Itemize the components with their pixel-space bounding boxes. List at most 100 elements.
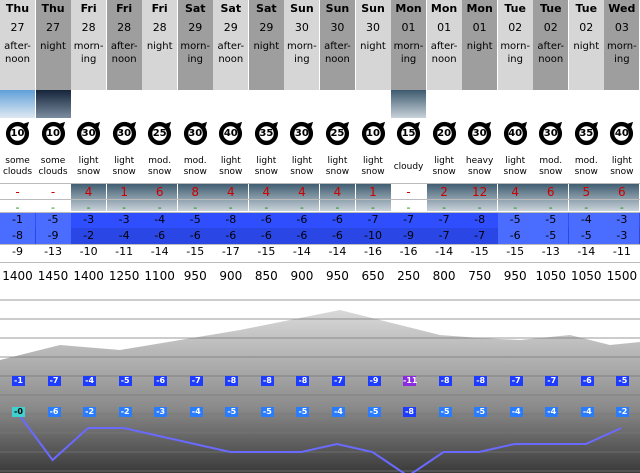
temp-low: -17 <box>221 245 240 258</box>
column-header: Tue 02 morn-ing <box>497 0 533 90</box>
wind-speed: 10 <box>366 128 380 139</box>
date-label: 28 <box>152 21 167 34</box>
period-label: night <box>253 41 280 52</box>
temp-marker-upper: -6 <box>580 376 594 386</box>
temp-low: -9 <box>12 245 23 258</box>
column-header: Fri 28 morn-ing <box>71 0 107 90</box>
column-header: Sun 30 morn-ing <box>284 0 320 90</box>
temp-min: -6 <box>142 228 178 244</box>
day-label: Mon <box>430 2 458 15</box>
date-label: 29 <box>223 21 238 34</box>
temp-marker-lower: -4 <box>580 407 594 417</box>
wind-speed: 30 <box>472 128 487 139</box>
day-label: Sat <box>184 2 206 15</box>
column-header: Fri 28 after-noon <box>106 0 142 90</box>
temp-min: -9 <box>391 228 427 244</box>
temp-low: -14 <box>577 245 596 258</box>
wind-speed-icon: 10 <box>40 120 67 147</box>
temp-max: -7 <box>391 212 427 228</box>
wind-speed: 40 <box>223 128 238 139</box>
wind-speed: 15 <box>401 128 416 139</box>
temp-marker-upper: -8 <box>225 376 239 386</box>
temp-marker-lower: -5 <box>260 407 274 417</box>
period-label: night <box>360 41 386 52</box>
temp-min: -7 <box>426 228 462 244</box>
wind-speed: 30 <box>543 128 558 139</box>
wind-speed-icon: 30 <box>466 120 493 147</box>
temp-max: -1 <box>0 212 35 228</box>
freezing-level: 800 <box>432 269 456 283</box>
temp-low: -10 <box>79 245 98 258</box>
wind-speed: 30 <box>294 128 309 139</box>
weather-text: heavy snow <box>465 156 494 177</box>
freezing-level: 250 <box>397 269 420 283</box>
weather-cloud-icon <box>391 90 427 118</box>
day-label: Thu <box>5 2 30 15</box>
temp-min: -6 <box>213 228 249 244</box>
wind-speed-icon: 30 <box>111 120 138 147</box>
weather-text: light snow <box>254 156 278 177</box>
temp-max: -5 <box>35 212 71 228</box>
weather-text: light snow <box>325 156 350 177</box>
temp-low: -14 <box>292 245 311 258</box>
temp-marker-upper: -7 <box>47 376 61 386</box>
freezing-level: 1400 <box>2 269 33 283</box>
temp-low: -15 <box>470 245 489 258</box>
freezing-level: 950 <box>503 269 527 283</box>
temp-marker-lower: -4 <box>545 407 559 417</box>
wind-speed: 10 <box>10 128 25 139</box>
day-label: Sun <box>361 2 385 15</box>
temp-min: -7 <box>462 228 498 244</box>
date-label: 30 <box>294 21 309 34</box>
wind-speed-icon: 30 <box>75 120 102 147</box>
temp-min: -2 <box>71 228 107 244</box>
temp-marker-upper: -9 <box>367 376 381 386</box>
period-label: night <box>573 41 600 52</box>
weather-text: mod. snow <box>574 156 598 177</box>
temp-min: -6 <box>284 228 320 244</box>
temp-max: -5 <box>497 212 533 228</box>
temp-max: -8 <box>462 212 498 228</box>
column-header: Sun 30 night <box>355 0 391 90</box>
freezing-level: 900 <box>290 269 314 283</box>
day-label: Tue <box>575 2 598 15</box>
temp-marker-upper: -7 <box>189 376 203 386</box>
temp-low: -14 <box>150 245 169 258</box>
period-label: night <box>146 41 173 52</box>
temp-marker-upper: -8 <box>296 376 310 386</box>
column-header: Tue 02 after-noon <box>533 0 569 90</box>
freezing-level-chart: -1 -7 -4 -5 -6 -7 -8 -8 -8 -7 -9 -11 -8 -8 -7 -7 -6 -5 -0 -… <box>0 290 640 473</box>
temp-marker-lower: -4 <box>331 407 345 417</box>
wind-speed: 35 <box>579 128 594 139</box>
temp-max: -3 <box>604 212 640 228</box>
date-label: 29 <box>259 21 274 34</box>
wind-speed-icon: 40 <box>608 120 635 147</box>
temp-max: -4 <box>142 212 178 228</box>
temp-marker-lower: -6 <box>47 407 61 417</box>
temp-marker-lower: -8 <box>403 407 417 417</box>
date-label: 27 <box>46 21 61 34</box>
wind-speed-icon: 35 <box>573 120 600 147</box>
temp-max: -6 <box>248 212 284 228</box>
date-label: 02 <box>543 21 558 34</box>
column-header: Wed 03 morn-ing <box>604 0 640 90</box>
temp-min: -6 <box>177 228 213 244</box>
freezing-level: 1250 <box>108 269 140 283</box>
wind-speed: 30 <box>117 128 132 139</box>
wind-speed-icon: 35 <box>253 120 280 147</box>
weather-text: light snow <box>219 156 243 177</box>
temp-marker-lower: -5 <box>438 407 452 417</box>
temp-marker-lower: -5 <box>367 407 381 417</box>
weather-summary: light snow <box>498 150 533 184</box>
temp-min: -10 <box>355 228 391 244</box>
weather-text: some clouds <box>2 156 33 177</box>
weather-text: light snow <box>76 156 101 177</box>
day-label: Tue <box>504 2 526 15</box>
column-header: Sat 29 night <box>248 0 284 90</box>
freezing-level: 1100 <box>144 269 175 283</box>
date-label: 01 <box>472 21 487 34</box>
wind-speed-icon: 40 <box>502 120 529 147</box>
temp-marker-lower: -5 <box>225 407 239 417</box>
date-label: 28 <box>81 21 96 34</box>
column-header: Mon 01 night <box>462 0 498 90</box>
